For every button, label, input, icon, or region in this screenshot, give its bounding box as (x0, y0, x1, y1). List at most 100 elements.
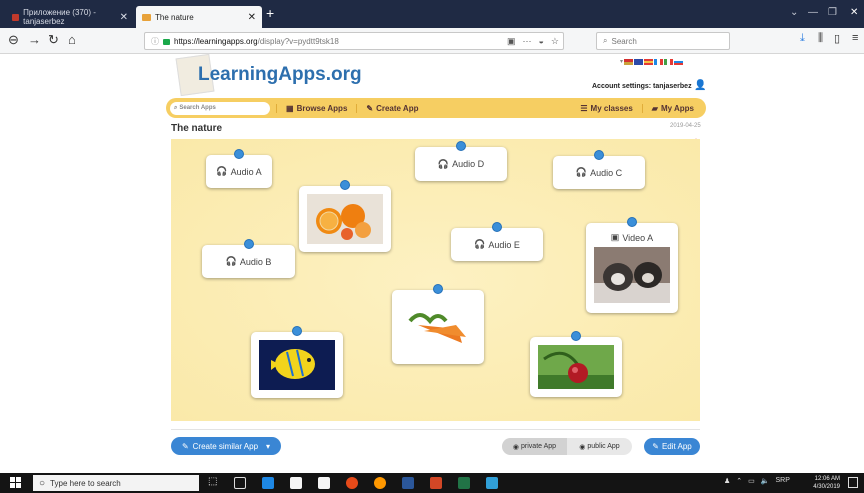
library-icon[interactable]: ⫼ (818, 32, 823, 45)
menu-icon[interactable]: ≡ (852, 32, 858, 44)
chevron-down-icon[interactable]: ▾ (620, 58, 623, 65)
chrome-icon[interactable] (346, 477, 358, 489)
eye-icon: ◉ (579, 443, 586, 451)
back-icon[interactable]: ⊖ (8, 32, 19, 48)
site-search-input[interactable]: ⌕ Search Apps (170, 101, 270, 115)
microphone-icon[interactable]: ⬚ (208, 476, 220, 488)
eye-icon: ◉ (512, 443, 520, 451)
flag-icon[interactable] (634, 58, 644, 65)
network-icon[interactable]: ▭ (748, 477, 755, 485)
card-audio-c[interactable]: 🎧 Audio C (553, 150, 645, 189)
headphones-icon: 🎧 (216, 166, 228, 176)
tab-learningapps-inbox[interactable]: Приложение (370) - tanjaserbez ✕ (6, 6, 134, 28)
create-app-label: Create App (376, 103, 419, 113)
pin-handle[interactable] (340, 180, 350, 190)
pin-handle[interactable] (627, 217, 637, 227)
card-audio-e[interactable]: 🎧 Audio E (451, 222, 543, 261)
download-icon[interactable]: ⤓ (800, 32, 805, 45)
firefox-icon[interactable] (374, 477, 386, 489)
my-apps-link[interactable]: ▰ My Apps (641, 103, 706, 113)
search-input[interactable]: ⌕ Search (596, 32, 730, 50)
windows-start-icon[interactable] (10, 477, 22, 489)
lock-icon[interactable] (163, 39, 170, 45)
system-clock[interactable]: 12:06 AM 4/30/2019 (808, 475, 840, 491)
flag-icon[interactable] (644, 58, 654, 65)
task-view-icon[interactable] (234, 477, 246, 489)
pin-handle[interactable] (433, 284, 443, 294)
caret-down-icon[interactable]: ▾ (266, 442, 270, 451)
mail-favicon-icon (12, 13, 20, 21)
card-video-a[interactable]: ▣ Video A (586, 217, 678, 313)
user-icon[interactable]: 👤 (694, 80, 706, 91)
excel-icon[interactable] (458, 477, 470, 489)
reload-icon[interactable]: ↻ (48, 32, 59, 48)
create-app-link[interactable]: ✎ Create App (356, 103, 427, 113)
close-tab-icon[interactable]: ✕ (120, 12, 128, 23)
page-content: LearningApps.org ▾ Account settings: tan… (0, 53, 864, 466)
chevron-up-icon[interactable]: ⌃ (736, 477, 742, 485)
people-icon[interactable]: ♟ (724, 477, 730, 485)
pin-handle[interactable] (594, 150, 604, 160)
pin-handle[interactable] (456, 141, 466, 151)
carrots-image (400, 299, 476, 355)
flag-icon[interactable] (664, 58, 674, 65)
edge-icon[interactable] (262, 477, 274, 489)
reader-view-icon[interactable]: ▣ (507, 36, 516, 47)
notifications-icon[interactable] (848, 477, 858, 488)
card-audio-d[interactable]: 🎧 Audio D (415, 141, 507, 181)
edit-app-button[interactable]: ✎ Edit App (644, 438, 700, 455)
volume-icon[interactable]: 🔈 (761, 477, 770, 485)
card-image-fish[interactable] (251, 326, 343, 398)
private-app-option[interactable]: ◉ private App (502, 438, 567, 455)
card-image-oranges[interactable] (299, 180, 391, 252)
mail-icon[interactable] (318, 477, 330, 489)
pin-handle[interactable] (292, 326, 302, 336)
create-similar-app-button[interactable]: ✎ Create similar App ▾ (171, 437, 281, 455)
minimize-icon[interactable]: — (808, 7, 818, 18)
card-audio-b[interactable]: 🎧 Audio B (202, 239, 295, 278)
bookmark-star-icon[interactable]: ☆ (551, 36, 559, 47)
home-icon[interactable]: ⌂ (68, 32, 76, 47)
address-bar[interactable]: ⓘ https://learningapps.org /display?v=py… (144, 32, 564, 50)
public-label: public App (587, 443, 620, 450)
card-image-apple[interactable] (530, 331, 622, 397)
forward-icon[interactable]: → (28, 32, 41, 47)
my-classes-label: My classes (590, 103, 633, 113)
taskbar-search-input[interactable]: ○ Type here to search (33, 475, 199, 491)
pin-handle[interactable] (492, 222, 502, 232)
pocket-icon[interactable]: ◒ (538, 36, 543, 47)
card-audio-a[interactable]: 🎧 Audio A (206, 149, 272, 188)
app-icon[interactable] (486, 477, 498, 489)
tab-label: The nature (155, 12, 194, 22)
window-close-icon[interactable]: ✕ (850, 7, 858, 18)
powerpoint-icon[interactable] (430, 477, 442, 489)
chevron-down-icon[interactable]: ⌄ (790, 7, 798, 18)
browser-nav-bar: ⊖ → ↻ ⌂ ⓘ https://learningapps.org /disp… (0, 28, 864, 54)
windows-taskbar: ○ Type here to search ⬚ ♟ ⌃ ▭ 🔈 SRP 12:0… (0, 473, 864, 493)
pin-handle[interactable] (234, 149, 244, 159)
language-indicator[interactable]: SRP (776, 477, 790, 485)
close-tab-icon[interactable]: ✕ (248, 12, 256, 23)
flag-icon[interactable] (654, 58, 664, 65)
sidebar-icon[interactable]: ▯ (834, 32, 840, 45)
pin-handle[interactable] (243, 239, 254, 249)
pin-handle[interactable] (571, 331, 581, 341)
browse-apps-link[interactable]: ▦ Browse Apps (276, 103, 356, 113)
fish-image (259, 340, 335, 390)
store-icon[interactable] (290, 477, 302, 489)
public-app-option[interactable]: ◉ public App (567, 438, 632, 455)
flag-icon[interactable] (674, 58, 684, 65)
film-icon: ▣ (610, 232, 620, 242)
card-label: Audio A (230, 166, 262, 177)
word-icon[interactable] (402, 477, 414, 489)
my-classes-link[interactable]: ☰ My classes (571, 104, 641, 113)
restore-icon[interactable]: ❐ (828, 7, 837, 18)
new-tab-button[interactable]: + (266, 5, 274, 21)
info-icon[interactable]: ⓘ (151, 36, 159, 47)
flag-icon[interactable] (624, 58, 634, 65)
page-actions-icon[interactable]: ··· (522, 36, 531, 47)
site-logo[interactable]: LearningApps.org (198, 64, 362, 86)
account-settings-link[interactable]: Account settings: tanjaserbez (592, 83, 692, 90)
card-image-carrots[interactable] (392, 284, 484, 364)
tab-the-nature[interactable]: The nature ✕ (136, 6, 262, 28)
